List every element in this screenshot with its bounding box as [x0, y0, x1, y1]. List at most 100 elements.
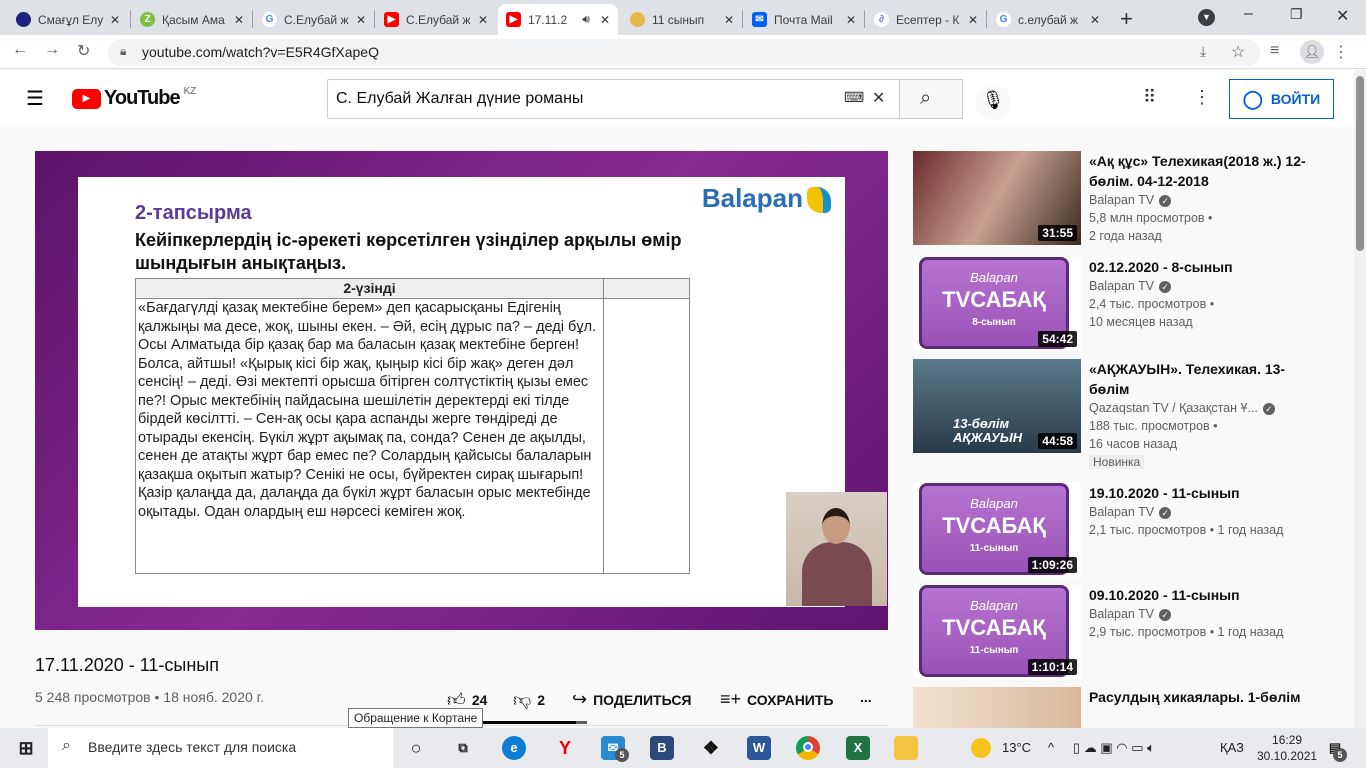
tab-search-icon[interactable]: ▼ — [1198, 9, 1215, 26]
profile-avatar-icon[interactable]: 👤︎ — [1300, 40, 1324, 64]
slide-heading: 2-тапсырма — [135, 202, 252, 224]
verified-icon: ✓ — [1159, 281, 1172, 293]
related-video[interactable]: Balapan TVСАБАҚ 11-сынып 1:09:26 19.10.2020… — [913, 483, 1333, 579]
share-button[interactable]: ↪ ПОДЕЛИТЬСЯ — [572, 689, 692, 710]
input-language[interactable]: ҚАЗ — [1220, 740, 1244, 755]
more-actions-button[interactable]: ... — [860, 689, 872, 705]
excel-icon[interactable]: X — [846, 736, 870, 760]
audio-playing-icon[interactable]: 🔊︎ — [582, 12, 590, 27]
add-to-playlist-icon: ≡+ — [720, 689, 742, 709]
search-button[interactable]: ⌕ — [899, 79, 963, 119]
taskbar-search[interactable]: ⌕ Введите здесь текст для поиска — [48, 728, 393, 768]
video-title: 17.11.2020 - 11-сынып — [35, 655, 219, 675]
related-video[interactable]: 31:55 «Ақ құс» Телехикая(2018 ж.) 12-бөл… — [913, 151, 1333, 247]
video-thumbnail[interactable]: 13-бөлім АҚЖАУЫН 44:58 — [913, 359, 1081, 453]
verified-icon: ✓ — [1159, 609, 1172, 621]
apps-grid-icon[interactable]: ⠿ — [1143, 87, 1156, 108]
chrome-icon[interactable] — [796, 736, 820, 760]
browser-menu-icon[interactable]: ⋮ — [1333, 42, 1349, 62]
install-app-icon[interactable]: ⤓ — [1200, 43, 1206, 60]
hamburger-menu-icon[interactable]: ☰ — [26, 86, 44, 111]
search-input[interactable]: С. Елубай Жалған дүние романы ⌨ ✕ — [327, 79, 900, 119]
browser-tab[interactable]: ∂ Есептер - К ✕ — [866, 4, 986, 35]
yandex-icon[interactable]: Y — [553, 736, 577, 760]
restore-button[interactable]: ❐ — [1290, 6, 1303, 23]
weather-icon[interactable] — [971, 738, 991, 758]
search-icon: ⌕ — [920, 87, 932, 109]
weather-temp[interactable]: 13°C — [1002, 740, 1031, 755]
voice-search-icon[interactable]: 🎙︎ — [975, 84, 1011, 120]
settings-menu-icon[interactable]: ⋮ — [1193, 87, 1211, 108]
keyboard-icon[interactable]: ⌨ — [844, 89, 864, 106]
minimize-button[interactable]: – — [1244, 5, 1253, 23]
youtube-logo[interactable]: ▶ YouTube KZ — [72, 86, 196, 110]
browser-tab[interactable]: ▶ С.Елубай ж ✕ — [376, 4, 496, 35]
notifications-icon[interactable]: ▤ 5 — [1323, 736, 1347, 762]
browser-tab[interactable]: ✉ Почта Mail ✕ — [744, 4, 864, 35]
close-tab-icon[interactable]: ✕ — [234, 13, 244, 27]
related-video[interactable]: 13-бөлім АҚЖАУЫН 44:58 «АҚЖАУЫН». Телехик… — [913, 359, 1333, 474]
browser-tab-active[interactable]: ▶ 17.11.2 🔊︎ ✕ — [498, 4, 618, 35]
lock-icon: 🔒︎ — [120, 44, 127, 58]
video-player[interactable]: Balapan 2-тапсырма Кейіпкерлердің іс-әре… — [35, 151, 888, 630]
browser-tab[interactable]: Z Қасым Ама ✕ — [132, 4, 252, 35]
video-thumbnail[interactable]: Balapan TVСАБАҚ 11-сынып 1:09:26 — [913, 483, 1081, 577]
site-favicon-icon: Z — [140, 12, 155, 27]
related-video[interactable]: Расулдың хикаялары. 1-бөлім — [913, 687, 1333, 728]
dropbox-icon[interactable]: ❖ — [699, 736, 723, 760]
edge-icon[interactable]: e — [502, 736, 526, 760]
close-tab-icon[interactable]: ✕ — [356, 13, 366, 27]
close-tab-icon[interactable]: ✕ — [600, 13, 610, 27]
word-icon[interactable]: W — [747, 736, 771, 760]
new-badge: Новинка — [1089, 455, 1145, 469]
page-scrollbar[interactable] — [1354, 70, 1366, 728]
show-hidden-icons[interactable]: ^ — [1048, 740, 1054, 755]
browser-tab[interactable]: Gс.елубай ж ✕ — [988, 4, 1108, 35]
clock[interactable]: 16:29 30.10.2021 — [1257, 732, 1317, 764]
video-thumbnail[interactable]: Balapan TVСАБАҚ 11-сынып 1:10:14 — [913, 585, 1081, 679]
vk-app-icon[interactable]: B — [650, 736, 674, 760]
browser-tab[interactable]: G С.Елубай ж ✕ — [254, 4, 374, 35]
related-video[interactable]: Balapan TVСАБАҚ 11-сынып 1:10:14 09.10.2020… — [913, 585, 1333, 681]
site-favicon-icon: ∂ — [874, 12, 889, 27]
close-tab-icon[interactable]: ✕ — [846, 13, 856, 27]
windows-start-icon[interactable]: ⊞ — [14, 736, 38, 760]
video-thumbnail[interactable] — [913, 687, 1081, 728]
url-bar[interactable]: 🔒︎ youtube.com/watch?v=E5R4GfXapeQ — [108, 39, 1260, 66]
task-view-icon[interactable]: ⧉ — [451, 736, 475, 760]
close-window-button[interactable]: ✕ — [1336, 6, 1349, 26]
close-tab-icon[interactable]: ✕ — [968, 13, 978, 27]
close-tab-icon[interactable]: ✕ — [478, 13, 488, 27]
close-tab-icon[interactable]: ✕ — [724, 13, 734, 27]
search-icon: ⌕ — [62, 737, 71, 754]
new-tab-button[interactable]: + — [1120, 6, 1133, 32]
file-explorer-icon[interactable] — [894, 736, 918, 760]
share-icon: ↪ — [572, 689, 588, 709]
mail-icon[interactable]: ✉ 5 — [601, 736, 629, 762]
dislike-button[interactable]: 👎︎ 2 — [513, 689, 545, 711]
cortana-icon[interactable]: ○ — [404, 736, 428, 760]
thumbs-down-icon: 👎︎ — [513, 690, 532, 710]
back-icon[interactable]: ← — [12, 41, 28, 59]
youtube-favicon-icon: ▶ — [384, 12, 399, 27]
tray-icons[interactable]: ▯ ☁ ▣ ◠ ▭ 🔈︎ — [1073, 740, 1155, 756]
video-thumbnail[interactable]: 31:55 — [913, 151, 1081, 245]
browser-tab[interactable]: 11 сынып ✕ — [622, 4, 742, 35]
save-button[interactable]: ≡+ СОХРАНИТЬ — [720, 689, 833, 710]
site-favicon-icon — [630, 12, 645, 27]
reload-icon[interactable]: ↻ — [77, 41, 90, 61]
verified-icon: ✓ — [1262, 403, 1275, 415]
youtube-header: ☰ ▶ YouTube KZ С. Елубай Жалған дүние ро… — [0, 70, 1366, 127]
bookmark-star-icon[interactable]: ☆ — [1231, 42, 1245, 62]
browser-tab[interactable]: Смағұл Елу ✕ — [8, 4, 128, 35]
clear-search-icon[interactable]: ✕ — [872, 88, 885, 108]
close-tab-icon[interactable]: ✕ — [1090, 13, 1100, 27]
forward-icon[interactable]: → — [44, 41, 60, 59]
video-thumbnail[interactable]: Balapan TVСАБАҚ 8-сынып 54:42 — [913, 257, 1081, 351]
media-control-icon[interactable]: ≡ — [1270, 42, 1279, 60]
related-video[interactable]: Balapan TVСАБАҚ 8-сынып 54:42 02.12.2020 - … — [913, 257, 1333, 353]
login-button[interactable]: ◯ ВОЙТИ — [1229, 79, 1334, 119]
browser-tab-bar: Смағұл Елу ✕ Z Қасым Ама ✕ G С.Елубай ж ✕ ▶ С.… — [0, 0, 1366, 35]
address-toolbar: ← → ↻ 🔒︎ youtube.com/watch?v=E5R4GfXapeQ … — [0, 35, 1366, 69]
close-tab-icon[interactable]: ✕ — [110, 13, 120, 27]
